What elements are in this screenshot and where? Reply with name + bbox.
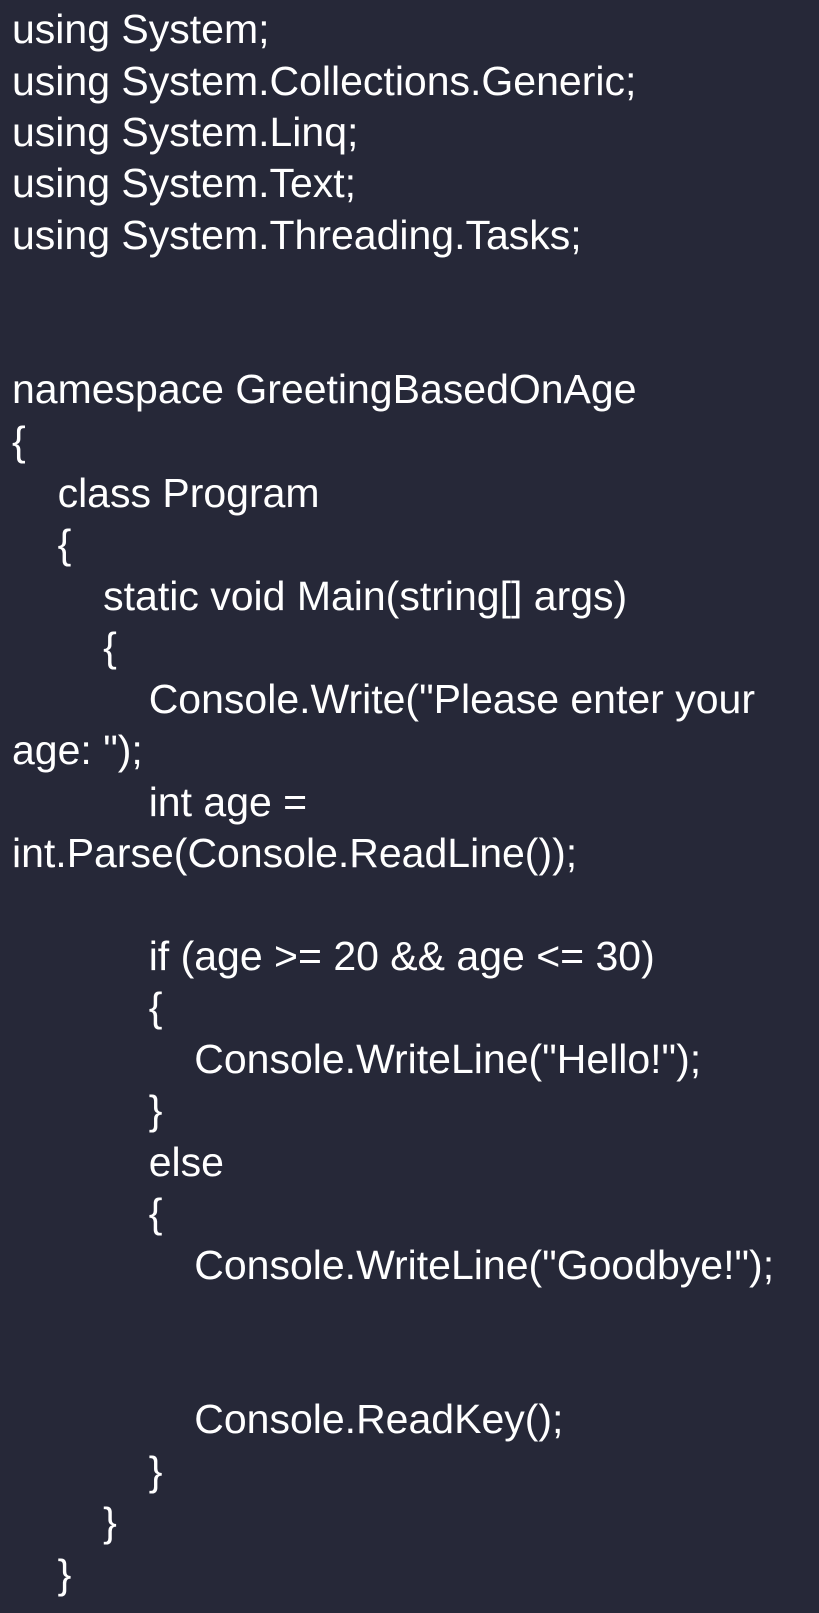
code-line: namespace GreetingBasedOnAge (12, 366, 637, 412)
code-line: static void Main(string[] args) (12, 573, 628, 619)
code-line: int age = (12, 779, 308, 825)
code-line: { (12, 418, 26, 464)
code-line: { (12, 521, 72, 567)
code-line: { (12, 624, 117, 670)
code-line: using System.Text; (12, 160, 357, 206)
code-line: if (age >= 20 && age <= 30) (12, 933, 655, 979)
code-line: class Program (12, 470, 320, 516)
code-line: else (12, 1139, 224, 1185)
code-line: using System.Collections.Generic; (12, 58, 637, 104)
code-view: using System; using System.Collections.G… (0, 0, 819, 1613)
code-line: } (12, 1448, 163, 1494)
code-line: } (12, 1087, 163, 1133)
code-line: int.Parse(Console.ReadLine()); (12, 830, 578, 876)
code-line: Console.WriteLine("Hello!"); (12, 1036, 702, 1082)
code-line: using System.Threading.Tasks; (12, 212, 582, 258)
code-line: Console.Write("Please enter your (12, 676, 755, 722)
code-line: age: "); (12, 727, 143, 773)
code-line: Console.WriteLine("Goodbye!"); (12, 1242, 775, 1288)
code-line: using System.Linq; (12, 109, 359, 155)
code-line: } (12, 1551, 72, 1597)
code-line: Console.ReadKey(); (12, 1396, 564, 1442)
code-line: } (12, 1499, 117, 1545)
code-line: using System; (12, 6, 270, 52)
code-line: { (12, 1190, 163, 1236)
code-line: { (12, 984, 163, 1030)
